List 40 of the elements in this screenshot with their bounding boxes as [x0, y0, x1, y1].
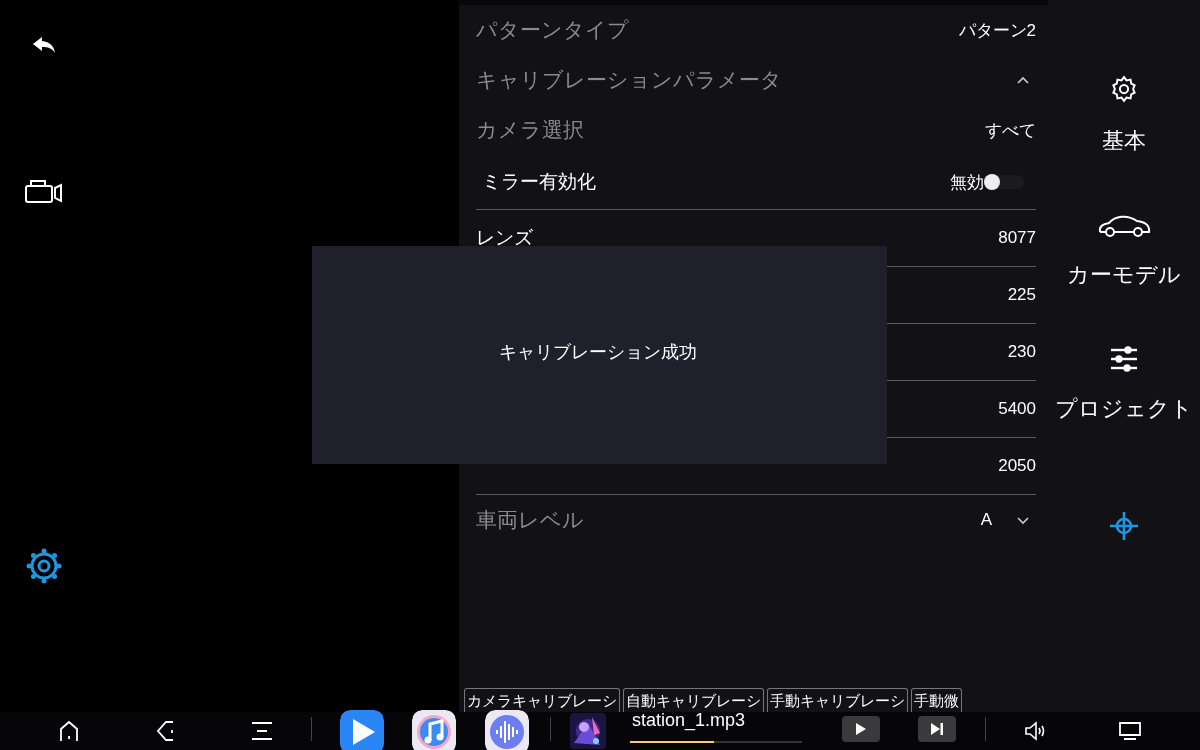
- tab-button[interactable]: 手動キャリブレーシ: [767, 688, 908, 712]
- menu-icon[interactable]: [251, 721, 273, 741]
- play-icon[interactable]: [855, 722, 867, 736]
- screen-icon[interactable]: [1118, 721, 1142, 741]
- setting-label: キャリブレーションパラメータ: [476, 67, 782, 93]
- track-name: station_1.mp3: [632, 710, 746, 731]
- nav-item[interactable]: プロジェクト: [1055, 346, 1193, 424]
- setting-label: レンズ: [476, 226, 533, 250]
- setting-label: ミラー有効化: [482, 170, 596, 194]
- toggle-switch[interactable]: [984, 175, 1024, 189]
- setting-label: パターンタイプ: [476, 17, 629, 43]
- video-player-app-icon[interactable]: [340, 710, 384, 750]
- setting-label: 車両レベル: [476, 507, 584, 533]
- dialog-message: キャリブレーション成功: [499, 341, 697, 364]
- play-button[interactable]: [842, 716, 880, 742]
- voice-app-icon[interactable]: [485, 710, 529, 750]
- home-icon[interactable]: [59, 720, 79, 742]
- setting-value[interactable]: 2050: [998, 456, 1036, 476]
- sliders-icon[interactable]: [1110, 346, 1138, 372]
- toggle-knob[interactable]: [984, 174, 1000, 190]
- setting-value[interactable]: 230: [1007, 342, 1036, 362]
- nav-item[interactable]: 基本: [1102, 74, 1146, 156]
- back-icon[interactable]: [156, 720, 176, 742]
- skip-next-icon[interactable]: [930, 722, 944, 736]
- nav-item[interactable]: カーモデル: [1067, 212, 1181, 290]
- crosshair-icon[interactable]: [1110, 512, 1138, 540]
- tab-button[interactable]: 手動微: [911, 688, 962, 712]
- next-button[interactable]: [918, 716, 956, 742]
- tab-button[interactable]: カメラキャリブレーシ: [464, 688, 620, 712]
- back-icon[interactable]: [32, 36, 56, 54]
- music-app-icon[interactable]: [412, 710, 456, 750]
- setting-value[interactable]: 5400: [998, 399, 1036, 419]
- camera-icon[interactable]: [25, 178, 63, 204]
- tab-button[interactable]: 自動キャリブレーシ: [623, 688, 764, 712]
- setting-label: カメラ選択: [476, 117, 584, 143]
- settings-icon[interactable]: [26, 548, 62, 584]
- setting-value[interactable]: 225: [1007, 285, 1036, 305]
- settings-icon[interactable]: [1109, 74, 1139, 104]
- toggle-state-text: 無効: [950, 171, 984, 194]
- setting-value[interactable]: 8077: [998, 228, 1036, 248]
